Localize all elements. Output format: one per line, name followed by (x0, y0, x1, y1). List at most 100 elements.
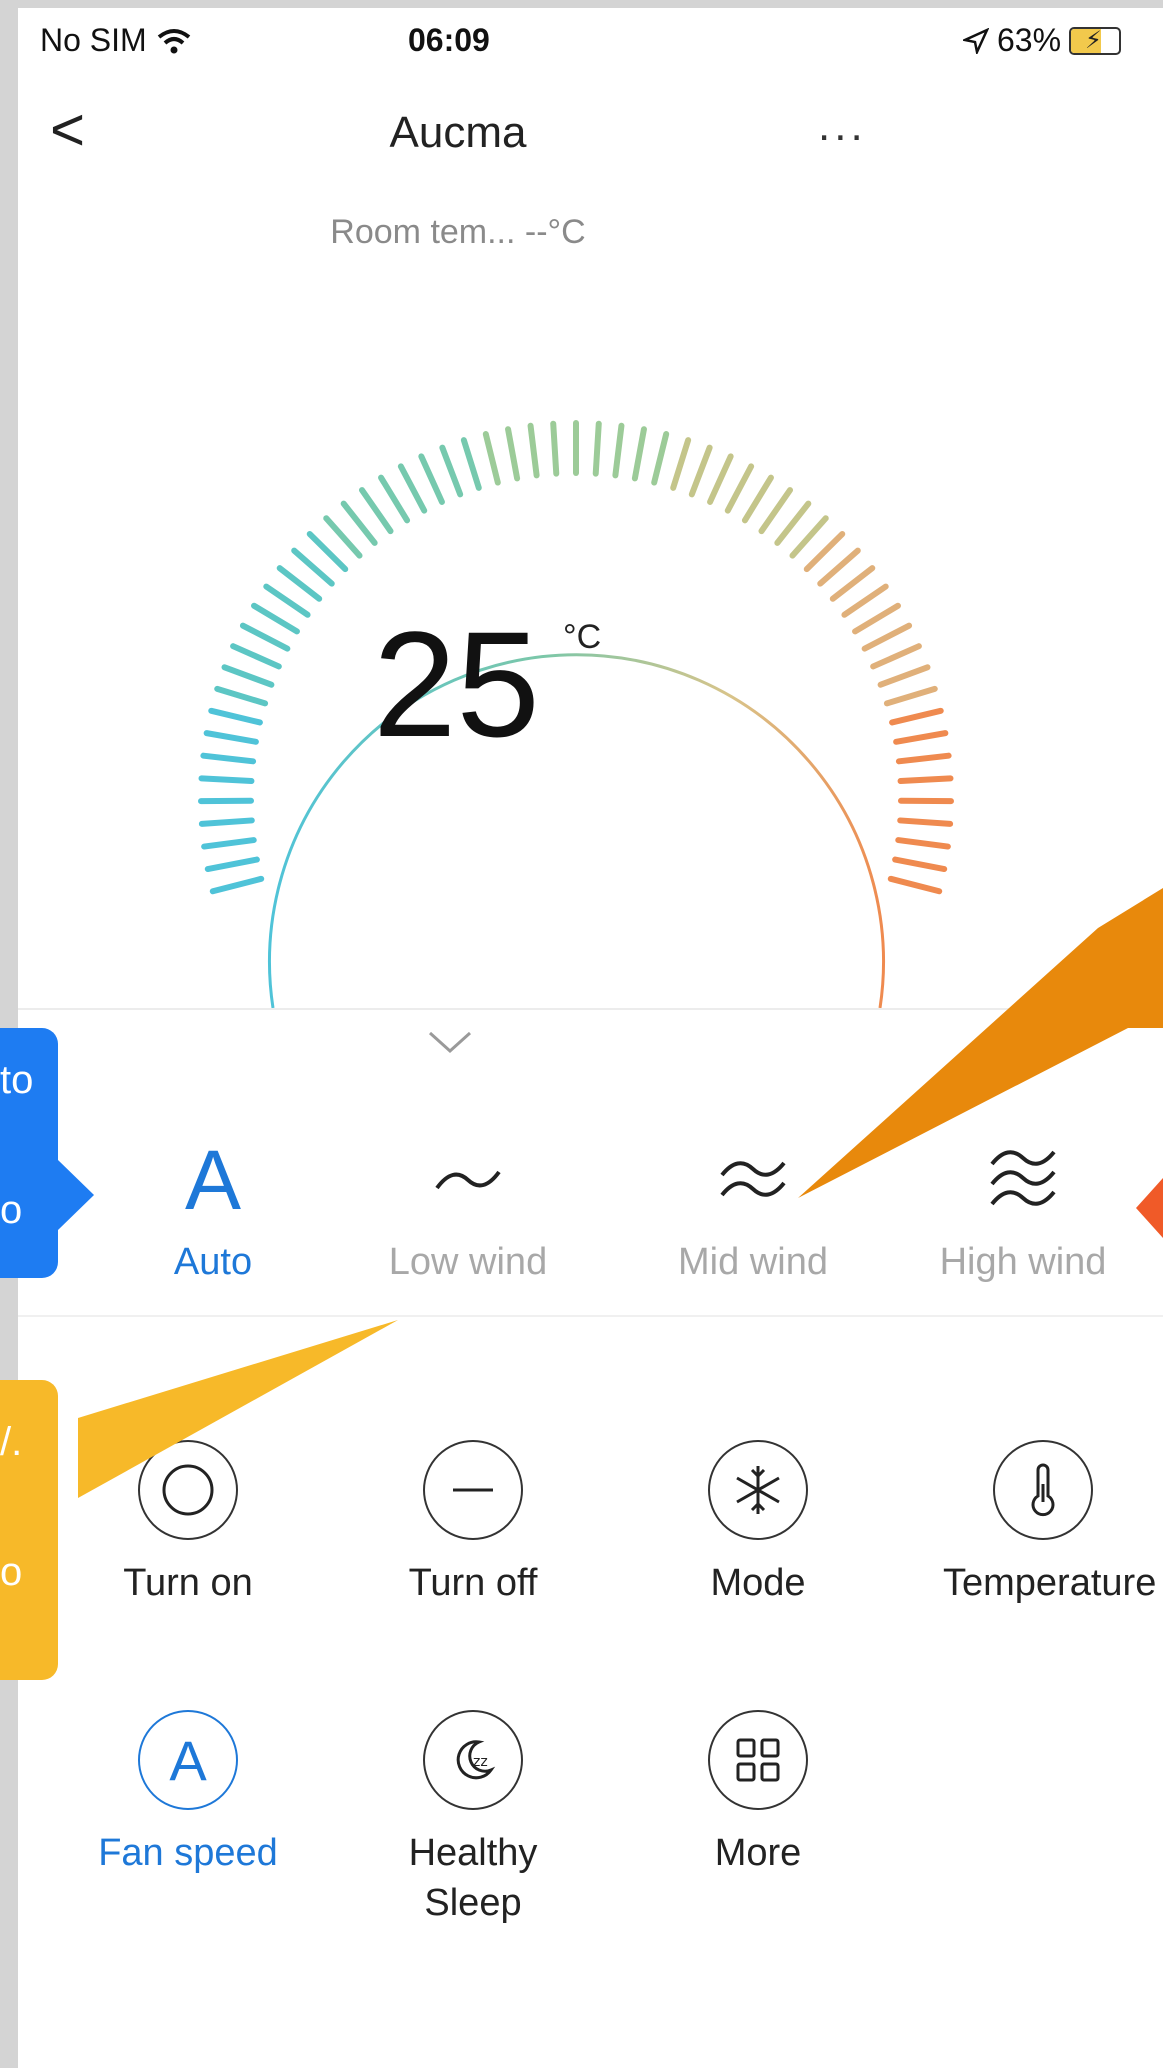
dial-tick (263, 583, 311, 618)
dial-tick (670, 437, 692, 491)
dial-tick (861, 622, 913, 652)
dial-tick (505, 426, 521, 482)
fan-speed-icon: A (169, 1728, 207, 1792)
divider (18, 1315, 1163, 1317)
callout-yellow-pointer (78, 1320, 398, 1498)
callout-blue-pointer (58, 1160, 94, 1230)
dial-tick (707, 453, 734, 505)
dial-tick (897, 775, 954, 784)
dial-tick (340, 500, 378, 546)
dial-inner-arc (268, 653, 885, 1008)
dial-tick (418, 453, 445, 505)
mode-button[interactable]: Mode (658, 1440, 858, 1608)
dial-tick (592, 420, 602, 477)
fan-option-low[interactable]: Low wind (373, 1125, 563, 1284)
callout-red (1136, 1178, 1163, 1238)
dial-tick (306, 530, 349, 573)
callout-yellow: /. o (0, 1380, 58, 1680)
callout-yellow-text-2: o (0, 1550, 23, 1594)
dial-ticks (198, 420, 954, 895)
auto-letter-icon: A (184, 1132, 242, 1227)
dial-tick (877, 664, 931, 688)
dial-tick (651, 431, 670, 486)
dial-tick (895, 837, 951, 850)
dial-tick (883, 685, 938, 707)
control-label: More (714, 1832, 802, 1874)
dial-tick (276, 565, 323, 602)
dial-tick (870, 643, 922, 670)
thermometer-icon (1031, 1463, 1055, 1517)
dial-tick (841, 583, 889, 618)
callout-yellow-text-1: /. (0, 1420, 23, 1464)
mid-wind-icon (720, 1161, 786, 1197)
dial-tick (200, 752, 257, 765)
dial-tick (897, 817, 954, 827)
temperature-dial (198, 420, 954, 1008)
fan-speed-button[interactable]: A Fan speed (88, 1710, 288, 1878)
dial-tick (358, 487, 394, 535)
callout-blue-text-2: o (0, 1188, 23, 1232)
sleep-icon: zz (456, 1740, 496, 1780)
dial-tick (817, 547, 861, 587)
snowflake-icon (736, 1466, 780, 1514)
dial-tick (482, 431, 501, 486)
dial-tick (789, 515, 829, 559)
more-button[interactable]: More (658, 1710, 858, 1878)
dial-tick (439, 444, 464, 498)
dial-tick (209, 875, 265, 895)
callout-blue-text-1: to (0, 1058, 34, 1102)
fan-option-label: Auto (173, 1241, 253, 1283)
collapse-chevron-icon[interactable] (428, 1020, 472, 1065)
dial-tick (251, 602, 300, 635)
control-label: Turn off (408, 1562, 538, 1604)
dial-tick (774, 500, 812, 546)
dial-tick (724, 463, 755, 514)
turn-off-button[interactable]: Turn off (373, 1440, 573, 1608)
grid-icon (736, 1738, 780, 1782)
callout-blue: to o (0, 1028, 58, 1278)
dial-tick (895, 752, 952, 765)
fan-option-auto[interactable]: A Auto (118, 1125, 308, 1284)
dial-tick (852, 602, 901, 635)
dial-tick (631, 426, 647, 482)
dial-tick (460, 437, 482, 491)
dial-tick (208, 707, 263, 726)
temperature-unit: °C (563, 618, 602, 656)
dial-tick (230, 643, 282, 670)
dial-tick (893, 730, 949, 745)
control-label: Mode (710, 1562, 806, 1604)
dial-tick (201, 837, 257, 850)
dial-tick (221, 664, 275, 688)
dial-tick (214, 685, 269, 707)
dial-tick (550, 420, 560, 477)
dial-tick (291, 547, 335, 587)
control-label: Fan speed (98, 1832, 278, 1874)
fan-option-label: Mid wind (678, 1241, 828, 1283)
dial-tick (239, 622, 291, 652)
temperature-value: 25 (373, 600, 540, 768)
dial-tick (397, 463, 428, 514)
dial-tick (889, 707, 944, 726)
dial-tick (612, 422, 625, 479)
low-wind-icon (435, 1170, 501, 1190)
fan-option-label: High wind (939, 1241, 1107, 1283)
dial-tick (829, 565, 876, 602)
dial-tick (378, 474, 411, 524)
healthy-sleep-button[interactable]: zz Healthy Sleep (373, 1710, 573, 1928)
svg-text:zz: zz (473, 1754, 488, 1770)
control-label: Healthy Sleep (408, 1832, 538, 1924)
dial-tick (803, 530, 846, 573)
control-label: Turn on (123, 1562, 253, 1604)
callout-orange (798, 888, 1163, 1198)
dial-tick (323, 515, 363, 559)
dial-tick (203, 730, 259, 745)
dial-tick (892, 856, 948, 873)
app-screen: No SIM 06:09 63% ⚡ < Aucma ... Room tem.… (18, 8, 1163, 2068)
dial-tick (741, 474, 774, 524)
dial-tick (688, 444, 713, 498)
fan-option-label: Low wind (388, 1241, 548, 1283)
temperature-button[interactable]: Temperature (943, 1440, 1157, 1608)
control-label: Temperature (943, 1562, 1157, 1604)
dial-tick (198, 817, 255, 827)
power-off-icon (453, 1488, 493, 1492)
